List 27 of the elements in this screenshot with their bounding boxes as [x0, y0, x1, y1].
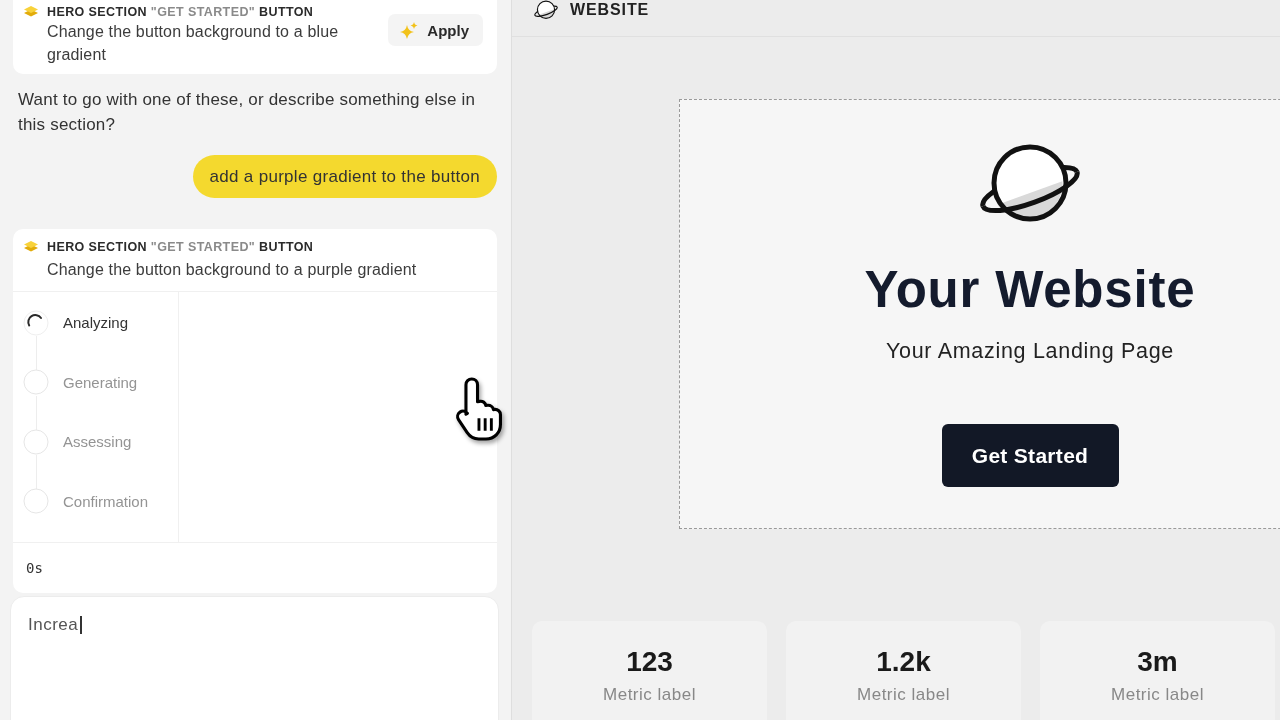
- metric-label: Metric label: [1111, 685, 1204, 705]
- sparkle-icon: [400, 21, 419, 39]
- planet-icon: [534, 0, 558, 20]
- step-label: Analyzing: [63, 314, 129, 332]
- user-message-bubble: add a purple gradient to the button: [192, 155, 497, 198]
- get-started-button[interactable]: Get Started: [941, 424, 1119, 487]
- step-label: Assessing: [63, 433, 132, 451]
- layers-icon: [24, 241, 38, 252]
- suggestion-text: Change the button background to a blue gradient: [47, 22, 340, 65]
- step-label: Confirmation: [63, 492, 149, 510]
- step-label: Generating: [63, 373, 138, 391]
- target-label: HERO SECTION "GET STARTED" BUTTON: [47, 239, 314, 254]
- hero-subheading: Your Amazing Landing Page: [885, 338, 1175, 364]
- metric-value: 123: [626, 646, 673, 678]
- metric-value: 1.2k: [876, 646, 931, 678]
- metric-label: Metric label: [603, 685, 696, 705]
- elapsed-time: 0s: [26, 560, 43, 576]
- hero-heading: Your Website: [864, 262, 1196, 318]
- layers-icon: [24, 6, 38, 17]
- message-input-field[interactable]: Increa: [10, 596, 499, 720]
- target-label: HERO SECTION "GET STARTED" BUTTON: [47, 4, 314, 19]
- metric-label: Metric label: [857, 685, 950, 705]
- preview-title: WEBSITE: [570, 0, 650, 20]
- task-description: Change the button background to a purple gradient: [47, 260, 418, 280]
- apply-button[interactable]: Apply: [388, 14, 483, 46]
- assistant-message: Want to go with one of these, or describe something else in this section?: [18, 89, 477, 136]
- metric-value: 3m: [1137, 646, 1178, 678]
